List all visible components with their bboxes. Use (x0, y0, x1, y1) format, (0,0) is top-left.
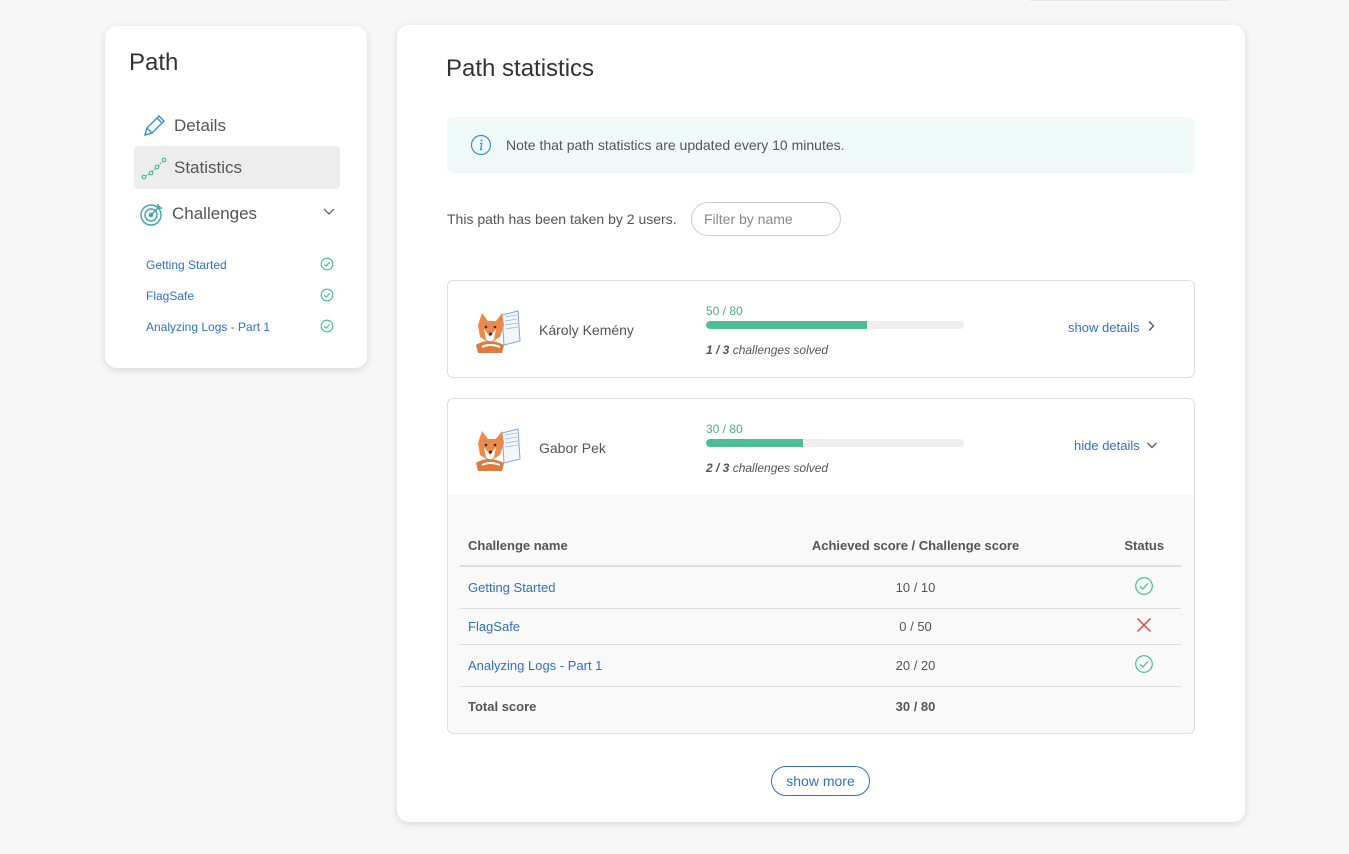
page-title: Path statistics (446, 55, 595, 82)
statistics-panel: Path statistics Note that path statistic… (397, 25, 1245, 822)
top-divider (1030, 0, 1230, 1)
sidebar-challenge-item[interactable]: FlagSafe (146, 286, 334, 306)
challenge-score: 20 / 20 (723, 644, 1108, 687)
info-icon (470, 134, 492, 156)
score-progress-bar (706, 321, 964, 329)
challenge-name-link[interactable]: FlagSafe (460, 608, 724, 645)
sidebar-challenge-item[interactable]: Analyzing Logs - Part 1 (146, 317, 334, 337)
user-score: 30 / 80 (706, 422, 743, 436)
user-card: Gabor Pek 30 / 80 2 / 3 challenges solve… (447, 398, 1195, 734)
user-score: 50 / 80 (706, 304, 743, 318)
sidebar-item-challenges[interactable]: Challenges (134, 192, 340, 235)
check-circle-icon (320, 288, 334, 305)
score-progress-bar (706, 439, 964, 447)
user-row: Gabor Pek 30 / 80 2 / 3 challenges solve… (448, 399, 1194, 495)
score-progress-fill (706, 439, 803, 447)
status-cell (1107, 566, 1181, 609)
check-circle-icon (1134, 576, 1154, 599)
close-x-icon (1135, 617, 1153, 637)
solved-suffix: challenges solved (729, 343, 829, 357)
challenges-solved: 2 / 3 challenges solved (706, 461, 828, 475)
check-circle-icon (320, 319, 334, 336)
sidebar-challenge-item[interactable]: Getting Started (146, 255, 334, 275)
check-circle-icon (1134, 654, 1154, 677)
filter-by-name-input[interactable] (691, 202, 841, 236)
chevron-down-icon (1146, 438, 1158, 453)
check-circle-icon (320, 257, 334, 274)
target-icon (138, 200, 166, 228)
column-header-score: Achieved score / Challenge score (723, 525, 1108, 567)
note-text: Note that path statistics are updated ev… (506, 137, 845, 153)
solved-suffix: challenges solved (729, 461, 829, 475)
total-score-label: Total score (468, 698, 537, 714)
sidebar-item-statistics[interactable]: Statistics (134, 146, 340, 189)
show-details-link[interactable]: show details (1068, 320, 1156, 335)
total-score-value: 30 / 80 (895, 698, 936, 714)
user-row: Károly Kemény 50 / 80 1 / 3 challenges s… (448, 281, 1194, 377)
challenge-link[interactable]: Getting Started (146, 258, 227, 272)
sidebar-title: Path (129, 49, 179, 76)
table-row: FlagSafe 0 / 50 (460, 608, 1181, 645)
total-row: Total score 30 / 80 (460, 686, 1181, 726)
column-header-challenge-name: Challenge name (460, 525, 724, 567)
solved-count: 1 / 3 (706, 343, 730, 357)
users-count-text: This path has been taken by 2 users. (447, 211, 677, 227)
user-details-panel: Challenge name Achieved score / Challeng… (448, 495, 1194, 733)
sidebar-item-details[interactable]: Details (134, 104, 340, 147)
sidebar-item-label: Details (174, 115, 226, 135)
chart-line-icon (140, 154, 168, 182)
chevron-down-icon[interactable] (322, 204, 336, 223)
pencil-icon (140, 112, 168, 140)
table-row: Analyzing Logs - Part 1 20 / 20 (460, 644, 1181, 687)
challenge-link[interactable]: FlagSafe (146, 289, 194, 303)
fox-avatar-icon (474, 425, 524, 471)
total-status-cell (1107, 686, 1181, 726)
challenge-table: Challenge name Achieved score / Challeng… (460, 525, 1181, 726)
info-note: Note that path statistics are updated ev… (447, 117, 1195, 173)
table-row: Getting Started 10 / 10 (460, 566, 1181, 609)
chevron-right-icon (1146, 320, 1156, 335)
score-progress-fill (706, 321, 868, 329)
table-header-row: Challenge name Achieved score / Challeng… (460, 525, 1181, 567)
user-name: Károly Kemény (539, 322, 634, 338)
status-cell (1107, 644, 1181, 687)
user-card: Károly Kemény 50 / 80 1 / 3 challenges s… (447, 280, 1195, 378)
details-label: show details (1068, 320, 1140, 335)
challenge-link[interactable]: Analyzing Logs - Part 1 (146, 320, 270, 334)
challenge-name-link[interactable]: Analyzing Logs - Part 1 (460, 644, 724, 687)
sidebar-item-label: Challenges (172, 203, 258, 223)
fox-avatar-icon (474, 307, 524, 353)
path-sidebar: Path Details Statistics Challenges Getti… (105, 26, 367, 368)
hide-details-link[interactable]: hide details (1074, 438, 1158, 453)
challenge-score: 0 / 50 (723, 608, 1108, 645)
sidebar-item-label: Statistics (174, 157, 243, 177)
challenge-name-link[interactable]: Getting Started (460, 566, 724, 609)
column-header-status: Status (1107, 525, 1181, 567)
solved-count: 2 / 3 (706, 461, 730, 475)
show-more-button[interactable]: show more (771, 766, 870, 796)
user-name: Gabor Pek (539, 440, 606, 456)
challenges-solved: 1 / 3 challenges solved (706, 343, 828, 357)
details-label: hide details (1074, 438, 1140, 453)
challenge-score: 10 / 10 (723, 566, 1108, 609)
status-cell (1107, 608, 1181, 645)
